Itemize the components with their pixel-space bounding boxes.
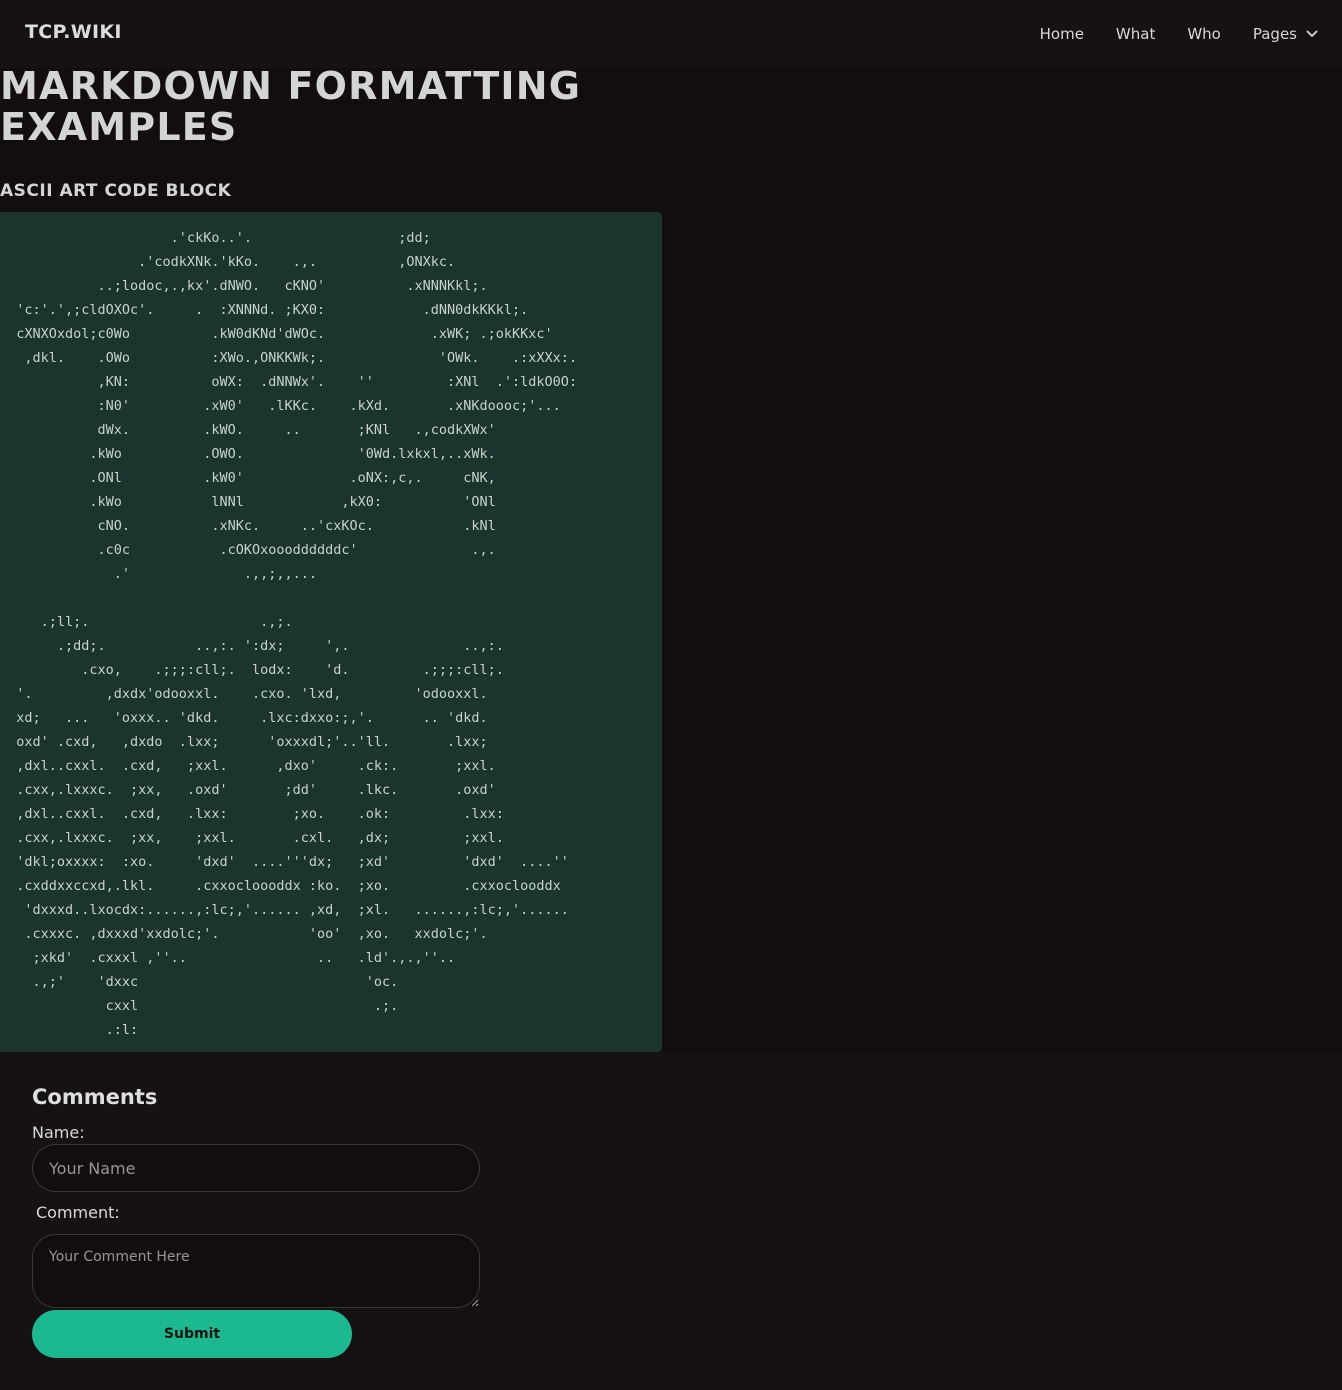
chevron-down-icon	[1306, 30, 1318, 37]
nav-links: Home What Who Pages	[1040, 25, 1318, 43]
comment-label: Comment:	[36, 1203, 120, 1222]
nav-pages-dropdown[interactable]: Pages	[1253, 25, 1318, 43]
nav-who[interactable]: Who	[1187, 25, 1221, 43]
site-brand[interactable]: TCP.WIKI	[25, 21, 122, 43]
nav-what[interactable]: What	[1116, 25, 1155, 43]
nav-pages-label: Pages	[1252, 25, 1297, 43]
comments-section: Comments Name: Comment: Submit	[0, 1052, 1342, 1390]
section-title: ASCII ART CODE BLOCK	[0, 181, 232, 201]
submit-button[interactable]: Submit	[32, 1310, 352, 1358]
code-content: .'ckKo..'. ;dd; .'codkXNk.'kKo. .,. ,ONX…	[16, 230, 578, 1038]
nav-home[interactable]: Home	[1040, 25, 1084, 43]
navbar: TCP.WIKI Home What Who Pages	[0, 0, 1342, 68]
ascii-art-code-block: .'ckKo..'. ;dd; .'codkXNk.'kKo. .,. ,ONX…	[0, 212, 662, 1052]
name-input[interactable]	[32, 1144, 480, 1192]
comment-textarea[interactable]	[32, 1234, 480, 1308]
comments-title: Comments	[32, 1085, 158, 1109]
name-label: Name:	[32, 1123, 85, 1142]
page-title: MARKDOWN FORMATTING EXAMPLES	[0, 64, 582, 149]
